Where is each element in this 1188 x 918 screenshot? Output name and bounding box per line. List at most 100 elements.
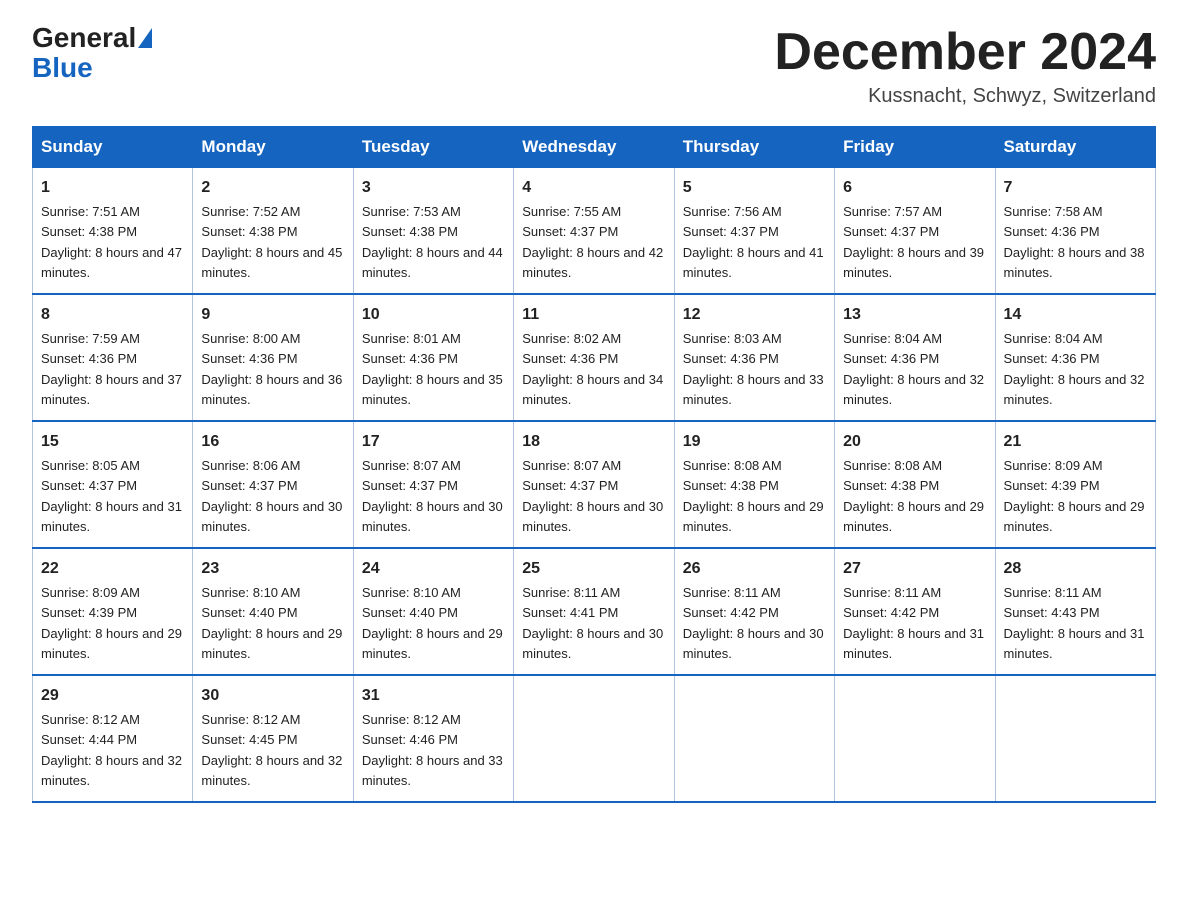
calendar-cell: 8 Sunrise: 7:59 AMSunset: 4:36 PMDaylight… [33,294,193,421]
day-number: 30 [201,684,344,708]
calendar-cell: 2Sunrise: 7:52 AMSunset: 4:38 PMDaylight… [193,168,353,295]
calendar-cell [995,675,1155,802]
day-number: 5 [683,176,826,200]
calendar-cell: 28 Sunrise: 8:11 AMSunset: 4:43 PMDayligh… [995,548,1155,675]
day-info: Sunrise: 8:04 AMSunset: 4:36 PMDaylight:… [843,331,984,407]
day-number: 1 [41,176,184,200]
calendar-cell: 10Sunrise: 8:01 AMSunset: 4:36 PMDayligh… [353,294,513,421]
day-number: 21 [1004,430,1147,454]
day-info: Sunrise: 8:09 AMSunset: 4:39 PMDaylight:… [1004,458,1145,534]
day-number: 13 [843,303,986,327]
day-info: Sunrise: 7:51 AMSunset: 4:38 PMDaylight:… [41,204,182,280]
calendar-cell: 30Sunrise: 8:12 AMSunset: 4:45 PMDayligh… [193,675,353,802]
calendar-cell: 11 Sunrise: 8:02 AMSunset: 4:36 PMDayligh… [514,294,674,421]
day-info: Sunrise: 8:11 AMSunset: 4:42 PMDaylight:… [843,585,984,661]
day-info: Sunrise: 8:10 AMSunset: 4:40 PMDaylight:… [201,585,342,661]
column-header-friday: Friday [835,127,995,168]
column-header-sunday: Sunday [33,127,193,168]
calendar-cell: 14 Sunrise: 8:04 AMSunset: 4:36 PMDayligh… [995,294,1155,421]
calendar-cell: 22 Sunrise: 8:09 AMSunset: 4:39 PMDayligh… [33,548,193,675]
calendar-cell [514,675,674,802]
calendar-cell: 21 Sunrise: 8:09 AMSunset: 4:39 PMDayligh… [995,421,1155,548]
calendar-cell: 18 Sunrise: 8:07 AMSunset: 4:37 PMDayligh… [514,421,674,548]
day-info: Sunrise: 7:59 AMSunset: 4:36 PMDaylight:… [41,331,182,407]
day-info: Sunrise: 8:04 AMSunset: 4:36 PMDaylight:… [1004,331,1145,407]
day-number: 8 [41,303,184,327]
calendar-cell: 7 Sunrise: 7:58 AMSunset: 4:36 PMDaylight… [995,168,1155,295]
week-row-2: 8 Sunrise: 7:59 AMSunset: 4:36 PMDaylight… [33,294,1156,421]
month-title: December 2024 [774,24,1156,81]
day-number: 22 [41,557,184,581]
day-number: 2 [201,176,344,200]
day-number: 4 [522,176,665,200]
day-number: 16 [201,430,344,454]
column-header-thursday: Thursday [674,127,834,168]
day-number: 27 [843,557,986,581]
calendar-cell: 19 Sunrise: 8:08 AMSunset: 4:38 PMDayligh… [674,421,834,548]
day-info: Sunrise: 8:06 AMSunset: 4:37 PMDaylight:… [201,458,342,534]
calendar-cell: 24Sunrise: 8:10 AMSunset: 4:40 PMDayligh… [353,548,513,675]
day-number: 25 [522,557,665,581]
calendar-cell: 4 Sunrise: 7:55 AMSunset: 4:37 PMDaylight… [514,168,674,295]
logo-triangle-icon [138,28,152,48]
calendar-cell: 29Sunrise: 8:12 AMSunset: 4:44 PMDayligh… [33,675,193,802]
day-info: Sunrise: 7:55 AMSunset: 4:37 PMDaylight:… [522,204,663,280]
day-info: Sunrise: 8:03 AMSunset: 4:36 PMDaylight:… [683,331,824,407]
column-header-tuesday: Tuesday [353,127,513,168]
day-info: Sunrise: 8:07 AMSunset: 4:37 PMDaylight:… [522,458,663,534]
day-number: 7 [1004,176,1147,200]
day-number: 31 [362,684,505,708]
day-number: 11 [522,303,665,327]
day-number: 9 [201,303,344,327]
logo-blue: Blue [32,52,93,84]
calendar-cell: 1 Sunrise: 7:51 AMSunset: 4:38 PMDaylight… [33,168,193,295]
calendar-cell: 17 Sunrise: 8:07 AMSunset: 4:37 PMDayligh… [353,421,513,548]
day-info: Sunrise: 8:11 AMSunset: 4:43 PMDaylight:… [1004,585,1145,661]
calendar-cell: 27 Sunrise: 8:11 AMSunset: 4:42 PMDayligh… [835,548,995,675]
day-number: 26 [683,557,826,581]
calendar-cell: 20Sunrise: 8:08 AMSunset: 4:38 PMDayligh… [835,421,995,548]
week-row-5: 29Sunrise: 8:12 AMSunset: 4:44 PMDayligh… [33,675,1156,802]
day-number: 18 [522,430,665,454]
calendar-header-row: SundayMondayTuesdayWednesdayThursdayFrid… [33,127,1156,168]
calendar-cell: 5 Sunrise: 7:56 AMSunset: 4:37 PMDaylight… [674,168,834,295]
day-info: Sunrise: 8:09 AMSunset: 4:39 PMDaylight:… [41,585,182,661]
day-number: 12 [683,303,826,327]
day-number: 28 [1004,557,1147,581]
day-info: Sunrise: 8:07 AMSunset: 4:37 PMDaylight:… [362,458,503,534]
logo-general: General [32,24,136,52]
day-info: Sunrise: 8:12 AMSunset: 4:46 PMDaylight:… [362,712,503,788]
week-row-3: 15 Sunrise: 8:05 AMSunset: 4:37 PMDayligh… [33,421,1156,548]
calendar-cell: 12 Sunrise: 8:03 AMSunset: 4:36 PMDayligh… [674,294,834,421]
day-info: Sunrise: 8:11 AMSunset: 4:42 PMDaylight:… [683,585,824,661]
calendar-cell [674,675,834,802]
day-number: 20 [843,430,986,454]
day-info: Sunrise: 8:01 AMSunset: 4:36 PMDaylight:… [362,331,503,407]
calendar-cell: 9Sunrise: 8:00 AMSunset: 4:36 PMDaylight… [193,294,353,421]
column-header-monday: Monday [193,127,353,168]
calendar-cell: 23Sunrise: 8:10 AMSunset: 4:40 PMDayligh… [193,548,353,675]
calendar-cell: 26 Sunrise: 8:11 AMSunset: 4:42 PMDayligh… [674,548,834,675]
title-block: December 2024 Kussnacht, Schwyz, Switzer… [774,24,1156,108]
day-number: 15 [41,430,184,454]
page-header: General Blue December 2024 Kussnacht, Sc… [32,24,1156,108]
location: Kussnacht, Schwyz, Switzerland [774,85,1156,108]
day-number: 29 [41,684,184,708]
day-info: Sunrise: 7:57 AMSunset: 4:37 PMDaylight:… [843,204,984,280]
week-row-1: 1 Sunrise: 7:51 AMSunset: 4:38 PMDaylight… [33,168,1156,295]
calendar-cell: 16 Sunrise: 8:06 AMSunset: 4:37 PMDayligh… [193,421,353,548]
calendar-cell: 25Sunrise: 8:11 AMSunset: 4:41 PMDayligh… [514,548,674,675]
day-number: 17 [362,430,505,454]
day-info: Sunrise: 7:56 AMSunset: 4:37 PMDaylight:… [683,204,824,280]
calendar-cell: 6Sunrise: 7:57 AMSunset: 4:37 PMDaylight… [835,168,995,295]
calendar-cell: 3Sunrise: 7:53 AMSunset: 4:38 PMDaylight… [353,168,513,295]
day-number: 19 [683,430,826,454]
calendar-cell: 15 Sunrise: 8:05 AMSunset: 4:37 PMDayligh… [33,421,193,548]
day-info: Sunrise: 8:02 AMSunset: 4:36 PMDaylight:… [522,331,663,407]
day-info: Sunrise: 8:05 AMSunset: 4:37 PMDaylight:… [41,458,182,534]
day-info: Sunrise: 8:08 AMSunset: 4:38 PMDaylight:… [683,458,824,534]
day-info: Sunrise: 7:58 AMSunset: 4:36 PMDaylight:… [1004,204,1145,280]
day-number: 14 [1004,303,1147,327]
calendar-cell [835,675,995,802]
logo: General Blue [32,24,154,84]
